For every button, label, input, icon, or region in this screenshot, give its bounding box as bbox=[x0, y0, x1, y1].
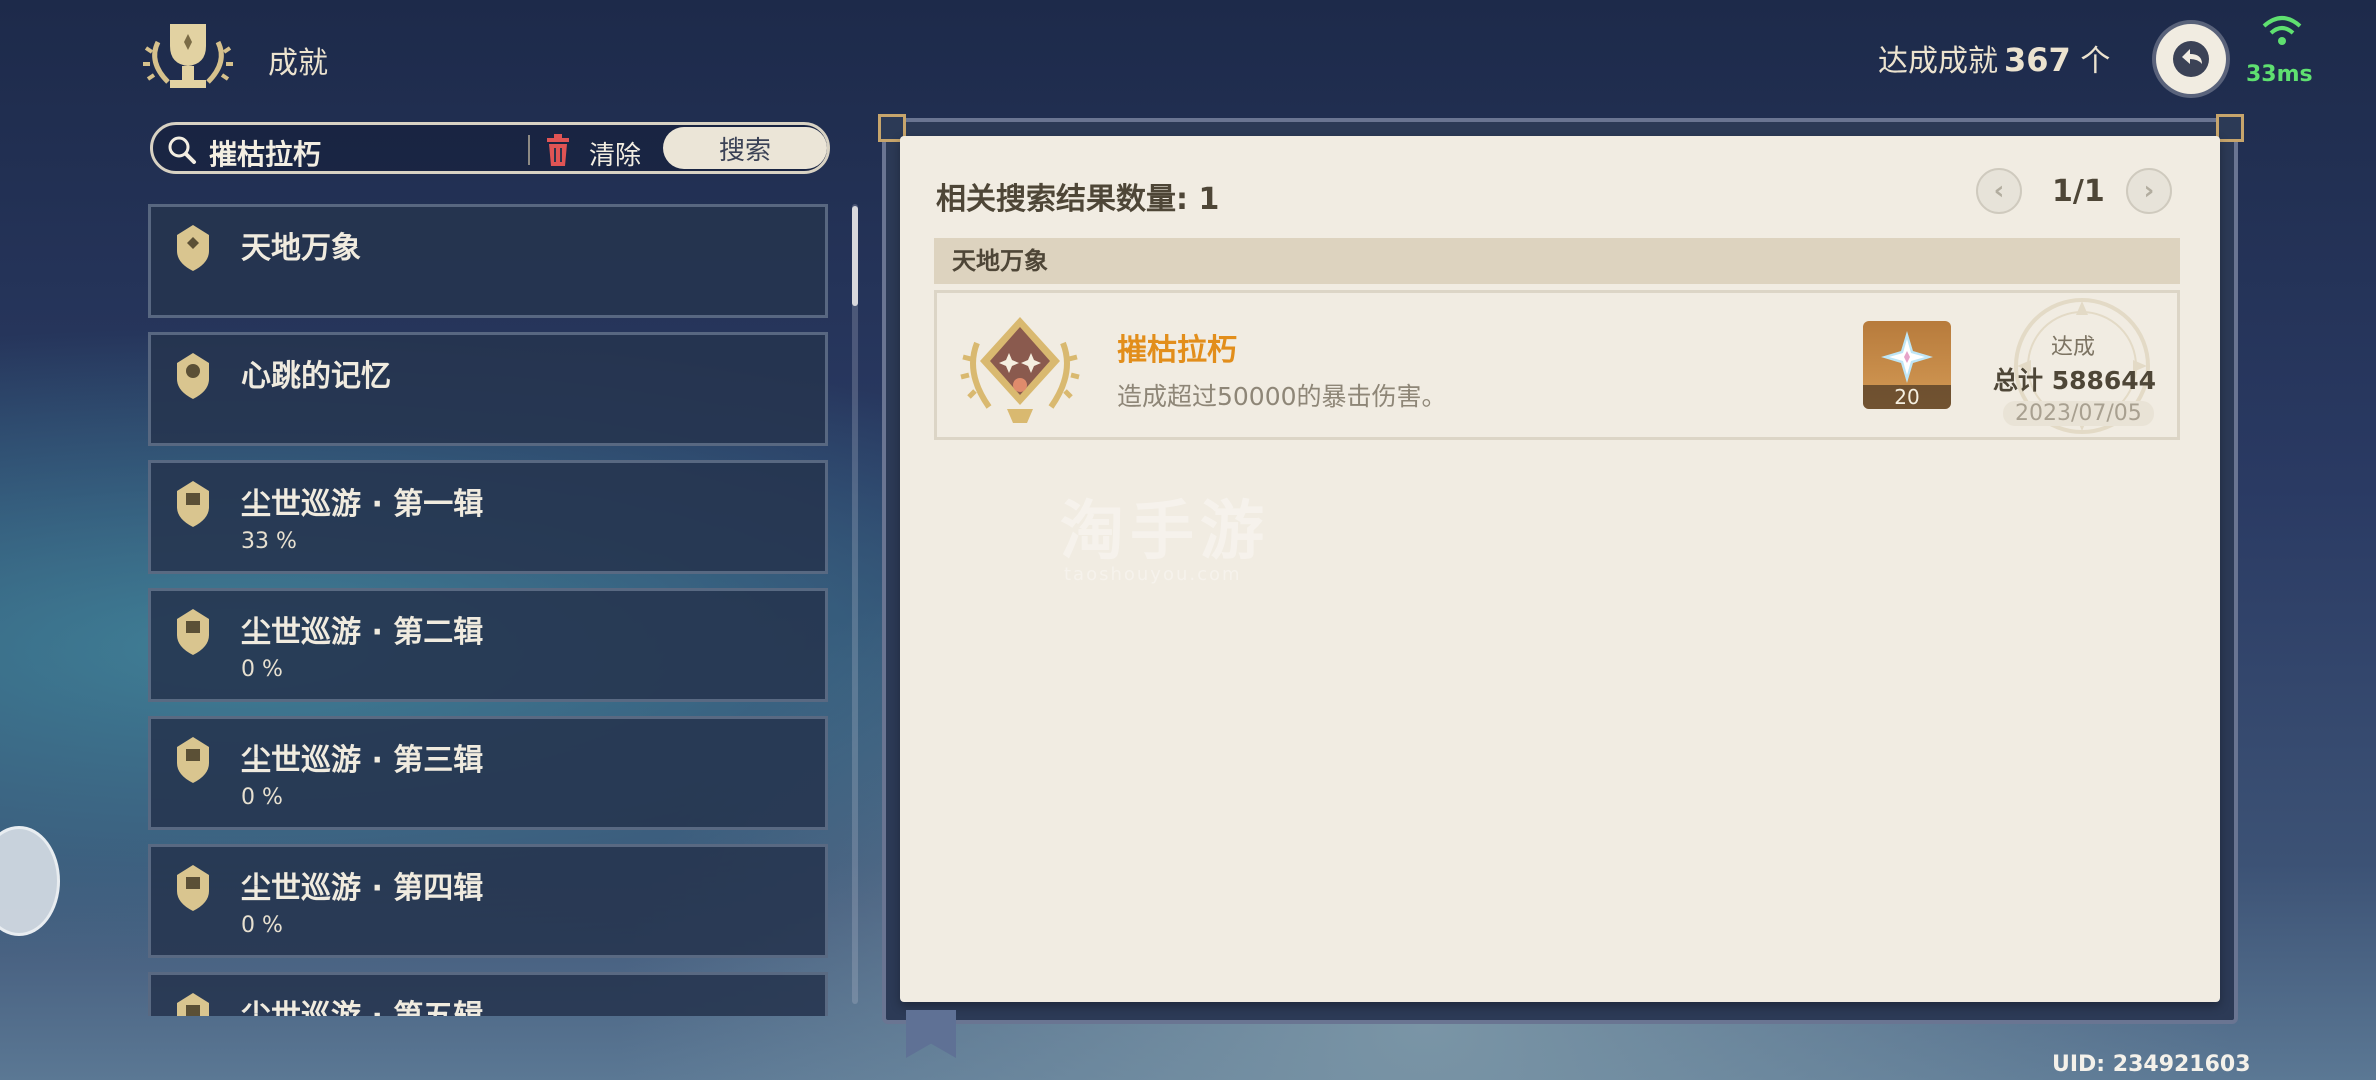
completion-status: 达成 bbox=[2051, 335, 2096, 360]
wifi-icon bbox=[2262, 16, 2302, 45]
prev-page-button[interactable]: ‹ bbox=[1976, 168, 2022, 214]
trash-icon[interactable] bbox=[545, 134, 571, 166]
category-name: 尘世巡游 · 第四辑 bbox=[241, 871, 484, 906]
category-name: 尘世巡游 · 第五辑 bbox=[241, 991, 483, 1016]
achievement-card[interactable]: 摧枯拉朽 造成超过50000的暴击伤害。 20 达成 总计 588644 202… bbox=[934, 290, 2180, 440]
category-name: 心跳的记忆 bbox=[241, 359, 391, 394]
category-item[interactable]: 尘世巡游 · 第四辑 0 % bbox=[148, 844, 828, 958]
category-item[interactable]: 尘世巡游 · 第二辑 0 % bbox=[148, 588, 828, 702]
category-progress: 0 % bbox=[241, 913, 283, 938]
category-progress: 33 % bbox=[241, 529, 297, 554]
divider bbox=[528, 135, 530, 165]
result-group-header: 天地万象 bbox=[934, 238, 2180, 284]
achievement-category-icon bbox=[177, 737, 209, 783]
achievement-category-icon bbox=[177, 993, 209, 1016]
scrollbar-track[interactable] bbox=[852, 204, 858, 1004]
page-indicator: 1/1 bbox=[2052, 174, 2105, 209]
search-icon bbox=[168, 136, 196, 164]
category-item[interactable]: 尘世巡游 · 第五辑 bbox=[148, 972, 828, 1016]
search-bar: 摧枯拉朽 清除 搜索 bbox=[150, 122, 830, 174]
primogem-icon bbox=[1881, 331, 1933, 383]
scrollbar-thumb[interactable] bbox=[852, 206, 858, 306]
ping-indicator: 33ms bbox=[2246, 62, 2313, 87]
page-title: 成就 bbox=[268, 46, 328, 81]
back-button[interactable] bbox=[2156, 24, 2226, 94]
reward-item[interactable]: 20 bbox=[1863, 321, 1951, 409]
reward-quantity: 20 bbox=[1863, 385, 1951, 409]
completion-date: 2023/07/05 bbox=[2003, 401, 2154, 426]
back-arrow-icon bbox=[2173, 41, 2209, 77]
paimon-menu-icon[interactable] bbox=[0, 826, 60, 936]
achievement-count: 达成成就 367 个 bbox=[1878, 41, 2111, 79]
clear-button[interactable]: 清除 bbox=[589, 135, 641, 172]
achievement-description: 造成超过50000的暴击伤害。 bbox=[1117, 382, 1447, 411]
completion-total: 总计 588644 bbox=[1993, 366, 2157, 395]
achievement-badge-icon bbox=[960, 317, 1080, 423]
category-name: 尘世巡游 · 第一辑 bbox=[241, 487, 484, 522]
category-item[interactable]: 天地万象 bbox=[148, 204, 828, 318]
achievement-category-icon bbox=[177, 609, 209, 655]
achievement-name: 摧枯拉朽 bbox=[1117, 333, 1237, 368]
search-button[interactable]: 搜索 bbox=[663, 127, 827, 169]
category-item[interactable]: 心跳的记忆 bbox=[148, 332, 828, 446]
watermark-text: 淘手游 bbox=[1060, 495, 1270, 569]
bookmark-ribbon bbox=[906, 1010, 956, 1058]
achievement-category-icon bbox=[177, 481, 209, 527]
search-input[interactable]: 摧枯拉朽 bbox=[209, 133, 321, 173]
category-name: 天地万象 bbox=[241, 231, 361, 266]
category-name: 尘世巡游 · 第三辑 bbox=[241, 743, 484, 778]
achievement-category-icon bbox=[177, 353, 209, 399]
achievement-category-icon bbox=[177, 865, 209, 911]
uid-label: UID: 234921603 bbox=[2052, 1052, 2251, 1077]
trophy-icon bbox=[143, 24, 233, 88]
result-count: 相关搜索结果数量: 1 bbox=[936, 182, 1220, 217]
frame-corner bbox=[2216, 114, 2244, 142]
next-page-button[interactable]: › bbox=[2126, 168, 2172, 214]
category-progress: 0 % bbox=[241, 657, 283, 682]
category-item[interactable]: 尘世巡游 · 第三辑 0 % bbox=[148, 716, 828, 830]
watermark-url: taoshouyou.com bbox=[1064, 564, 1242, 585]
achievement-category-icon bbox=[177, 225, 209, 271]
category-list: 天地万象 心跳的记忆 尘世巡游 · 第一辑 33 % 尘世巡游 · 第二辑 0 … bbox=[148, 204, 832, 1016]
category-progress: 0 % bbox=[241, 785, 283, 810]
category-item[interactable]: 尘世巡游 · 第一辑 33 % bbox=[148, 460, 828, 574]
category-name: 尘世巡游 · 第二辑 bbox=[241, 615, 484, 650]
